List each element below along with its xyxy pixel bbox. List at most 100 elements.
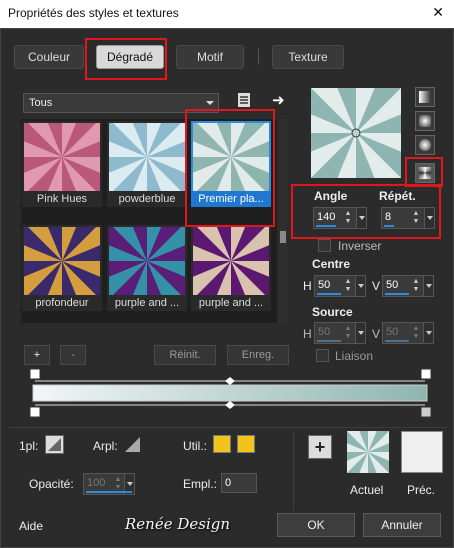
pl-label: 1pl: — [19, 439, 39, 453]
source-label: Source — [312, 305, 353, 319]
source-v-input[interactable]: 50 ▲ ▼ — [382, 322, 434, 344]
gradient-library: Tous ➜ Pink Hues powderblue Premier pla.… — [14, 81, 300, 327]
angle-input[interactable]: 140 ▲ ▼ — [313, 207, 367, 229]
tab-bar: Couleur Dégradé Motif Texture — [10, 43, 445, 73]
gradient-swatch-5[interactable]: purple and ... — [191, 225, 271, 311]
center-h-input[interactable]: 50 ▲ ▼ — [314, 275, 366, 297]
chevron-down-icon[interactable] — [356, 208, 366, 228]
sunburst-style-button[interactable] — [415, 163, 435, 183]
cancel-button[interactable]: Annuler — [363, 513, 441, 537]
link-checkbox[interactable] — [316, 349, 329, 362]
library-scrollbar[interactable] — [279, 119, 287, 323]
chevron-down-icon[interactable] — [424, 208, 434, 228]
chevron-down-icon[interactable] — [423, 276, 433, 296]
angle-bar — [316, 225, 336, 227]
pl-style-button[interactable] — [45, 435, 64, 454]
center-v-value: 50 — [386, 279, 399, 291]
gradient-name: Premier pla... — [191, 191, 271, 207]
tab-texture[interactable]: Texture — [272, 45, 344, 69]
library-list-icon[interactable] — [237, 92, 251, 108]
chevron-down-icon[interactable] — [423, 323, 433, 343]
repeat-value: 8 — [385, 211, 392, 223]
previous-swatch[interactable] — [401, 431, 443, 473]
gradient-swatch-1[interactable]: powderblue — [107, 121, 187, 207]
center-label: Centre — [312, 257, 351, 271]
invert-checkbox[interactable] — [318, 239, 331, 252]
chevron-down-icon — [206, 101, 214, 105]
gradient-name: Pink Hues — [36, 193, 88, 205]
spin-arrows-icon[interactable]: ▲ ▼ — [412, 325, 420, 341]
empl-input[interactable]: 0 — [221, 473, 257, 493]
window-title: Propriétés des styles et textures — [8, 6, 179, 20]
current-gradient-swatch[interactable] — [347, 431, 389, 473]
spin-arrows-icon[interactable]: ▲ ▼ — [344, 210, 352, 226]
empl-value: 0 — [225, 477, 232, 489]
category-dropdown[interactable]: Tous — [23, 93, 219, 113]
gradient-name: purple and ... — [114, 297, 180, 309]
repeat-bar — [384, 225, 394, 227]
angle-value: 140 — [317, 211, 336, 223]
category-dropdown-value: Tous — [29, 97, 53, 109]
radial-style-button[interactable] — [415, 135, 435, 155]
gradient-bar-editor[interactable] — [25, 367, 437, 419]
center-h-bar — [317, 293, 341, 295]
gradient-swatch-3[interactable]: profondeur — [22, 225, 102, 311]
gradient-name: profondeur — [35, 297, 89, 309]
source-h-bar — [317, 340, 341, 342]
spin-arrows-icon[interactable]: ▲ ▼ — [344, 325, 352, 341]
linear-style-button[interactable] — [415, 87, 435, 107]
ok-button[interactable]: OK — [277, 513, 355, 537]
divider — [9, 427, 447, 428]
tab-motif[interactable]: Motif — [176, 45, 244, 69]
chevron-down-icon[interactable] — [355, 276, 365, 296]
reset-button[interactable]: Réinit. — [154, 345, 216, 365]
tab-couleur[interactable]: Couleur — [14, 45, 84, 69]
add-gradient-button[interactable]: + — [24, 345, 50, 365]
gradient-preview[interactable] — [311, 88, 401, 178]
opacity-value: 100 — [87, 477, 106, 489]
rectangular-style-button[interactable] — [415, 111, 435, 131]
link-label: Liaison — [335, 349, 374, 363]
triangle-icon — [125, 437, 140, 452]
repeat-label: Répét. — [379, 189, 416, 203]
arpl-style-button[interactable] — [123, 435, 142, 454]
previous-label: Préc. — [407, 483, 436, 497]
tab-degrade[interactable]: Dégradé — [96, 45, 164, 69]
util-color-swatch-1[interactable] — [213, 435, 231, 453]
spin-arrows-icon[interactable]: ▲ ▼ — [412, 278, 420, 294]
remove-gradient-button[interactable]: - — [60, 345, 86, 365]
gradient-image — [24, 227, 100, 295]
chevron-down-icon[interactable] — [355, 323, 365, 343]
title-bar: Propriétés des styles et textures ✕ — [0, 0, 454, 28]
linear-icon — [419, 91, 431, 103]
util-label: Util.: — [183, 439, 207, 453]
gradient-grid: Pink Hues powderblue Premier pla... prof… — [21, 119, 277, 323]
util-color-swatch-2[interactable] — [237, 435, 255, 453]
center-v-input[interactable]: 50 ▲ ▼ — [382, 275, 434, 297]
add-to-palette-button[interactable]: + — [308, 435, 332, 459]
spin-arrows-icon[interactable]: ▲ ▼ — [114, 476, 122, 492]
empl-label: Empl.: — [183, 477, 218, 491]
arrow-right-icon[interactable]: ➜ — [272, 91, 285, 109]
opacity-input[interactable]: 100 ▲ ▼ — [83, 473, 135, 495]
source-h-input[interactable]: 50 ▲ ▼ — [314, 322, 366, 344]
gradient-swatch-4[interactable]: purple and ... — [107, 225, 187, 311]
center-v-label: V — [372, 279, 381, 293]
help-link[interactable]: Aide — [19, 519, 43, 533]
source-v-label: V — [372, 327, 381, 341]
gradient-image — [109, 227, 185, 295]
repeat-input[interactable]: 8 ▲ ▼ — [381, 207, 435, 229]
logo-text: Renée Design — [125, 515, 231, 533]
gradient-swatch-0[interactable]: Pink Hues — [22, 121, 102, 207]
scrollbar-thumb[interactable] — [280, 231, 286, 243]
gradient-swatch-2[interactable]: Premier pla... — [191, 121, 271, 207]
close-icon[interactable]: ✕ — [432, 4, 444, 21]
spin-arrows-icon[interactable]: ▲ ▼ — [344, 278, 352, 294]
dialog-body: Couleur Dégradé Motif Texture Tous ➜ Pin… — [0, 28, 454, 548]
rectangular-icon — [419, 115, 431, 127]
tab-separator — [258, 49, 259, 65]
gradient-image — [193, 123, 269, 191]
spin-arrows-icon[interactable]: ▲ ▼ — [412, 210, 420, 226]
divider — [293, 431, 294, 511]
save-gradient-button[interactable]: Enreg. — [227, 345, 289, 365]
